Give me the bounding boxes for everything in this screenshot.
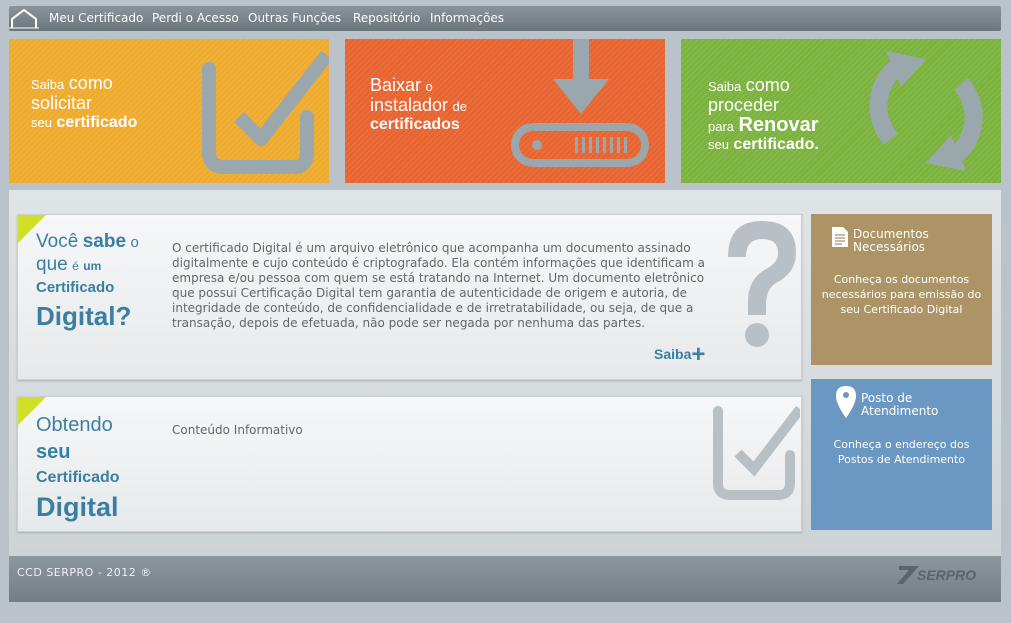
card-o-que-e-certificado: Você sabe o que é um Certificado Digital… xyxy=(17,214,802,380)
map-pin-icon xyxy=(836,386,856,418)
nav-perdi-o-acesso[interactable]: Perdi o Acesso xyxy=(152,11,239,25)
question-mark-icon xyxy=(728,221,796,347)
nav-outras-funcoes[interactable]: Outras Funções xyxy=(248,11,341,25)
home-icon[interactable] xyxy=(9,8,39,30)
copyright-text: CCD SERPRO - 2012 ® xyxy=(17,566,152,579)
banner-1-text: Saiba como solicitar seu certificado xyxy=(31,73,138,131)
card-obtendo-certificado: Obtendo seu Certificado Digital Conteúdo… xyxy=(17,396,802,532)
banner-3-text: Saiba como proceder para Renovar seu cer… xyxy=(708,75,819,153)
posto-atendimento-box[interactable]: Posto de Atendimento Conheça o endereço … xyxy=(811,379,992,530)
check-box-icon xyxy=(713,405,800,500)
banner-renovar-certificado[interactable]: Saiba como proceder para Renovar seu cer… xyxy=(681,39,1001,183)
download-drive-icon xyxy=(511,39,649,167)
saiba-mais-link[interactable]: Saiba+ xyxy=(654,341,705,369)
banner-baixar-instalador[interactable]: Baixar o instalador de certificados xyxy=(345,39,665,183)
footer: CCD SERPRO - 2012 ® SERPRO xyxy=(9,556,1001,602)
documentos-necessarios-box[interactable]: Documentos Necessários Conheça os docume… xyxy=(811,214,992,365)
nav-repositorio[interactable]: Repositório xyxy=(353,11,420,25)
posto-title: Posto de Atendimento xyxy=(861,391,939,418)
nav-meu-certificado[interactable]: Meu Certificado xyxy=(49,11,143,25)
posto-text: Conheça o endereço dos Postos de Atendim… xyxy=(833,438,970,466)
card-1-title: Você sabe o que é um Certificado Digital… xyxy=(36,231,139,331)
renew-arrows-icon xyxy=(869,51,983,171)
banner-2-text: Baixar o instalador de certificados xyxy=(370,75,467,133)
nav-informacoes[interactable]: Informações xyxy=(430,11,504,25)
main-panel: Você sabe o que é um Certificado Digital… xyxy=(9,190,1001,556)
top-navigation: Meu Certificado Perdi o Acesso Outras Fu… xyxy=(9,6,1001,31)
documentos-text: Conheça os documentos necessários para e… xyxy=(821,273,982,316)
serpro-logo[interactable]: SERPRO xyxy=(895,562,985,586)
documentos-title: Documentos Necessários xyxy=(853,227,929,254)
check-box-icon xyxy=(202,50,329,174)
banner-solicitar-certificado[interactable]: Saiba como solicitar seu certificado xyxy=(9,39,329,183)
card-2-description: Conteúdo Informativo xyxy=(172,423,303,437)
card-1-description: O certificado Digital é um arquivo eletr… xyxy=(172,241,706,330)
card-2-title: Obtendo seu Certificado Digital xyxy=(36,414,120,522)
document-icon xyxy=(832,227,848,247)
plus-icon: + xyxy=(691,341,706,368)
